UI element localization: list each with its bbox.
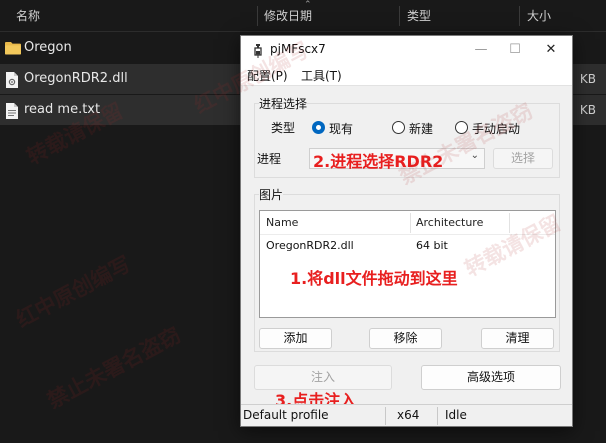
file-name: OregonRDR2.dll [24,71,128,86]
file-size: KB [579,72,596,86]
radio-dot [455,121,468,134]
radio-dot [392,121,405,134]
status-divider [437,407,438,425]
file-name: Oregon [24,40,72,55]
step2-annotation: 2.进程选择RDR2 [313,152,444,171]
menu-config[interactable]: 配置(P) [247,67,288,84]
dll-drop-list[interactable]: Name Architecture OregonRDR2.dll 64 bit … [259,210,556,318]
dll-file-icon [6,72,18,88]
folder-icon [5,42,21,55]
status-state: Idle [445,408,467,422]
radio-label: 现有 [329,122,354,136]
column-divider[interactable] [257,6,258,26]
list-row-architecture[interactable]: 64 bit [416,239,448,252]
maximize-icon[interactable]: ☐ [499,36,531,64]
window-title: pjMFscx7 [270,42,326,56]
process-group-title: 进程选择 [259,95,308,112]
chevron-down-icon: ⌄ [470,150,479,161]
file-name: read me.txt [24,102,101,117]
image-group-title: 图片 [259,186,284,203]
syringe-app-icon [254,44,262,58]
remove-button[interactable]: 移除 [369,328,442,349]
type-label: 类型 [271,121,296,135]
status-architecture: x64 [397,408,420,422]
title-bar[interactable]: pjMFscx7 — ☐ ✕ [241,36,572,64]
close-icon[interactable]: ✕ [535,36,567,64]
column-header-row: ⌃ 名称 修改日期 类型 大小 [0,0,606,32]
status-bar: Default profile x64 Idle [241,404,572,426]
radio-label: 手动启动 [472,122,521,136]
list-header: Name Architecture [260,211,555,235]
advanced-options-button[interactable]: 高级选项 [421,365,561,390]
column-modified-date[interactable]: 修改日期 [264,0,312,32]
menu-tools[interactable]: 工具(T) [301,67,342,84]
list-row-name[interactable]: OregonRDR2.dll [266,239,354,252]
menu-bar: 配置(P) 工具(T) [241,64,572,86]
clear-button[interactable]: 清理 [481,328,554,349]
status-divider [385,407,386,425]
list-column-divider[interactable] [410,213,411,233]
minimize-icon[interactable]: — [465,36,497,64]
radio-label: 新建 [409,122,434,136]
add-button[interactable]: 添加 [259,328,332,349]
list-column-divider[interactable] [509,213,510,233]
select-process-button[interactable]: 选择 [493,148,553,169]
list-column-name[interactable]: Name [266,216,298,229]
column-name[interactable]: 名称 [16,0,40,32]
radio-dot [312,121,325,134]
column-type[interactable]: 类型 [407,0,431,32]
step1-annotation: 1.将dll文件拖动到这里 [290,269,458,288]
column-divider[interactable] [519,6,520,26]
column-divider[interactable] [399,6,400,26]
process-label: 进程 [257,152,282,166]
injector-dialog: pjMFscx7 — ☐ ✕ 配置(P) 工具(T) 进程选择 类型 现有 新建… [240,35,573,427]
status-profile: Default profile [243,408,329,422]
list-column-architecture[interactable]: Architecture [416,216,483,229]
column-size[interactable]: 大小 [527,0,551,32]
file-size: KB [579,103,596,117]
text-file-icon [6,103,18,119]
